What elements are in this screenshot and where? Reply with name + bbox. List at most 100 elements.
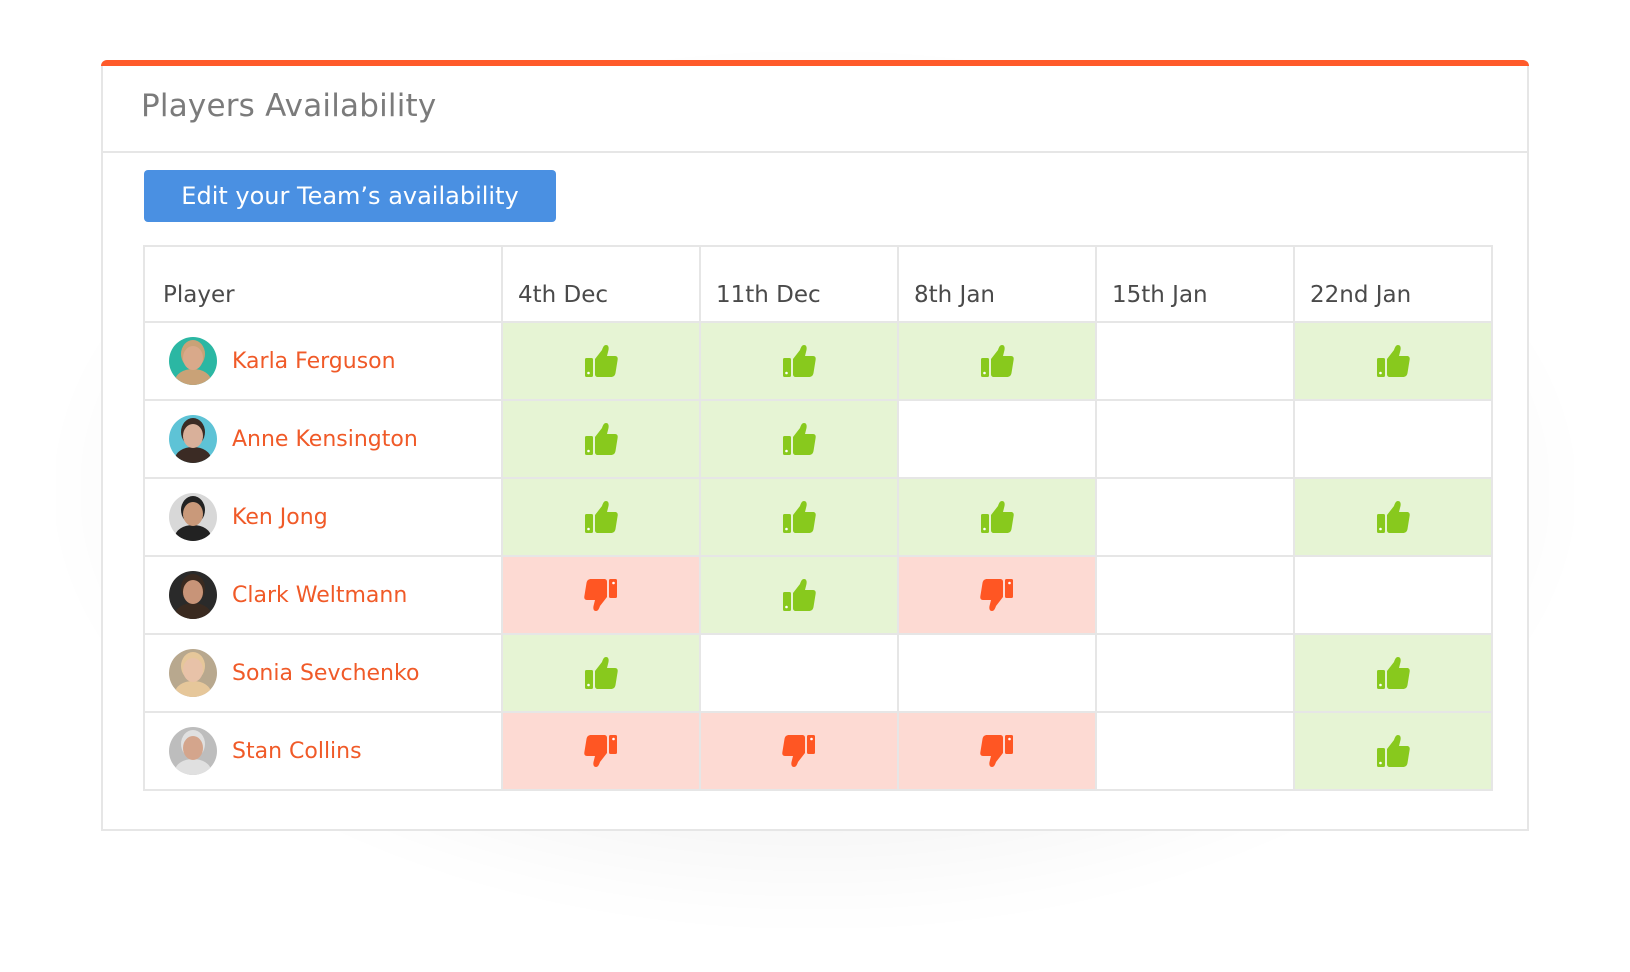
availability-cell-available[interactable] bbox=[699, 321, 899, 401]
avatar-shoulders bbox=[175, 369, 211, 385]
thumbs-up-icon bbox=[978, 342, 1016, 380]
availability-cell-none[interactable] bbox=[1095, 399, 1295, 479]
avatar-shoulders bbox=[175, 759, 211, 775]
availability-cell-none[interactable] bbox=[897, 399, 1097, 479]
column-header-date: 8th Jan bbox=[897, 245, 1097, 323]
player-name-link[interactable]: Ken Jong bbox=[232, 505, 328, 530]
thumbs-up-icon bbox=[582, 342, 620, 380]
avatar-face bbox=[183, 424, 203, 448]
player-info: Anne Kensington bbox=[145, 401, 501, 477]
column-header-player: Player bbox=[143, 245, 503, 323]
thumbs-down-icon bbox=[582, 732, 620, 770]
players-availability-card: Players Availability Edit your Team’s av… bbox=[101, 60, 1529, 831]
availability-cell-available[interactable] bbox=[501, 321, 701, 401]
player-name-link[interactable]: Karla Ferguson bbox=[232, 349, 396, 374]
avatar[interactable] bbox=[169, 649, 217, 697]
thumbs-up-icon bbox=[780, 342, 818, 380]
thumbs-up-icon bbox=[1374, 342, 1412, 380]
avatar[interactable] bbox=[169, 415, 217, 463]
availability-cell-available[interactable] bbox=[897, 321, 1097, 401]
avatar-shoulders bbox=[175, 681, 211, 697]
avatar[interactable] bbox=[169, 493, 217, 541]
player-cell: Sonia Sevchenko bbox=[143, 633, 503, 713]
availability-cell-available[interactable] bbox=[699, 555, 899, 635]
avatar[interactable] bbox=[169, 727, 217, 775]
availability-cell-unavailable[interactable] bbox=[897, 711, 1097, 791]
availability-cell-available[interactable] bbox=[1293, 477, 1493, 557]
thumbs-down-icon bbox=[978, 576, 1016, 614]
avatar-shoulders bbox=[175, 525, 211, 541]
thumbs-down-icon bbox=[978, 732, 1016, 770]
availability-cell-unavailable[interactable] bbox=[501, 711, 701, 791]
thumbs-up-icon bbox=[780, 576, 818, 614]
table-row: Clark Weltmann bbox=[143, 555, 1493, 635]
card-title: Players Availability bbox=[141, 88, 437, 124]
table-row: Ken Jong bbox=[143, 477, 1493, 557]
thumbs-up-icon bbox=[1374, 732, 1412, 770]
availability-cell-none[interactable] bbox=[1095, 321, 1295, 401]
thumbs-up-icon bbox=[582, 654, 620, 692]
thumbs-up-icon bbox=[582, 420, 620, 458]
column-header-date: 15th Jan bbox=[1095, 245, 1295, 323]
player-name-link[interactable]: Stan Collins bbox=[232, 739, 362, 764]
avatar-shoulders bbox=[175, 447, 211, 463]
availability-cell-none[interactable] bbox=[1095, 711, 1295, 791]
avatar-shoulders bbox=[175, 603, 211, 619]
availability-cell-available[interactable] bbox=[1293, 711, 1493, 791]
thumbs-down-icon bbox=[780, 732, 818, 770]
table-row: Stan Collins bbox=[143, 711, 1493, 791]
availability-cell-unavailable[interactable] bbox=[897, 555, 1097, 635]
column-header-date: 4th Dec bbox=[501, 245, 701, 323]
availability-cell-available[interactable] bbox=[897, 477, 1097, 557]
column-header-date: 22nd Jan bbox=[1293, 245, 1493, 323]
player-cell: Karla Ferguson bbox=[143, 321, 503, 401]
edit-team-availability-button[interactable]: Edit your Team’s availability bbox=[144, 170, 556, 222]
availability-cell-available[interactable] bbox=[1293, 321, 1493, 401]
thumbs-up-icon bbox=[780, 420, 818, 458]
availability-cell-none[interactable] bbox=[1095, 477, 1295, 557]
card-header: Players Availability bbox=[103, 66, 1527, 153]
table-row: Anne Kensington bbox=[143, 399, 1493, 479]
player-cell: Ken Jong bbox=[143, 477, 503, 557]
table-header-row: Player 4th Dec 11th Dec 8th Jan 15th Jan… bbox=[143, 245, 1493, 323]
thumbs-up-icon bbox=[582, 498, 620, 536]
avatar-face bbox=[183, 736, 203, 760]
avatar[interactable] bbox=[169, 571, 217, 619]
player-cell: Anne Kensington bbox=[143, 399, 503, 479]
avatar[interactable] bbox=[169, 337, 217, 385]
availability-cell-unavailable[interactable] bbox=[699, 711, 899, 791]
thumbs-up-icon bbox=[978, 498, 1016, 536]
player-cell: Clark Weltmann bbox=[143, 555, 503, 635]
availability-cell-none[interactable] bbox=[699, 633, 899, 713]
player-cell: Stan Collins bbox=[143, 711, 503, 791]
availability-cell-unavailable[interactable] bbox=[501, 555, 701, 635]
avatar-face bbox=[183, 502, 203, 526]
player-name-link[interactable]: Anne Kensington bbox=[232, 427, 418, 452]
availability-cell-available[interactable] bbox=[501, 399, 701, 479]
thumbs-up-icon bbox=[1374, 498, 1412, 536]
availability-cell-none[interactable] bbox=[1095, 555, 1295, 635]
player-info: Ken Jong bbox=[145, 479, 501, 555]
player-info: Stan Collins bbox=[145, 713, 501, 789]
avatar-face bbox=[183, 346, 203, 370]
availability-table: Player 4th Dec 11th Dec 8th Jan 15th Jan… bbox=[143, 245, 1493, 791]
player-name-link[interactable]: Sonia Sevchenko bbox=[232, 661, 419, 686]
player-info: Clark Weltmann bbox=[145, 557, 501, 633]
availability-cell-none[interactable] bbox=[1095, 633, 1295, 713]
availability-cell-none[interactable] bbox=[1293, 555, 1493, 635]
availability-cell-available[interactable] bbox=[1293, 633, 1493, 713]
availability-cell-available[interactable] bbox=[501, 633, 701, 713]
player-info: Sonia Sevchenko bbox=[145, 635, 501, 711]
avatar-face bbox=[183, 580, 203, 604]
thumbs-down-icon bbox=[582, 576, 620, 614]
player-name-link[interactable]: Clark Weltmann bbox=[232, 583, 407, 608]
availability-cell-none[interactable] bbox=[1293, 399, 1493, 479]
player-info: Karla Ferguson bbox=[145, 323, 501, 399]
avatar-face bbox=[183, 658, 203, 682]
availability-cell-available[interactable] bbox=[699, 399, 899, 479]
thumbs-up-icon bbox=[780, 498, 818, 536]
availability-cell-none[interactable] bbox=[897, 633, 1097, 713]
availability-cell-available[interactable] bbox=[501, 477, 701, 557]
availability-cell-available[interactable] bbox=[699, 477, 899, 557]
column-header-date: 11th Dec bbox=[699, 245, 899, 323]
